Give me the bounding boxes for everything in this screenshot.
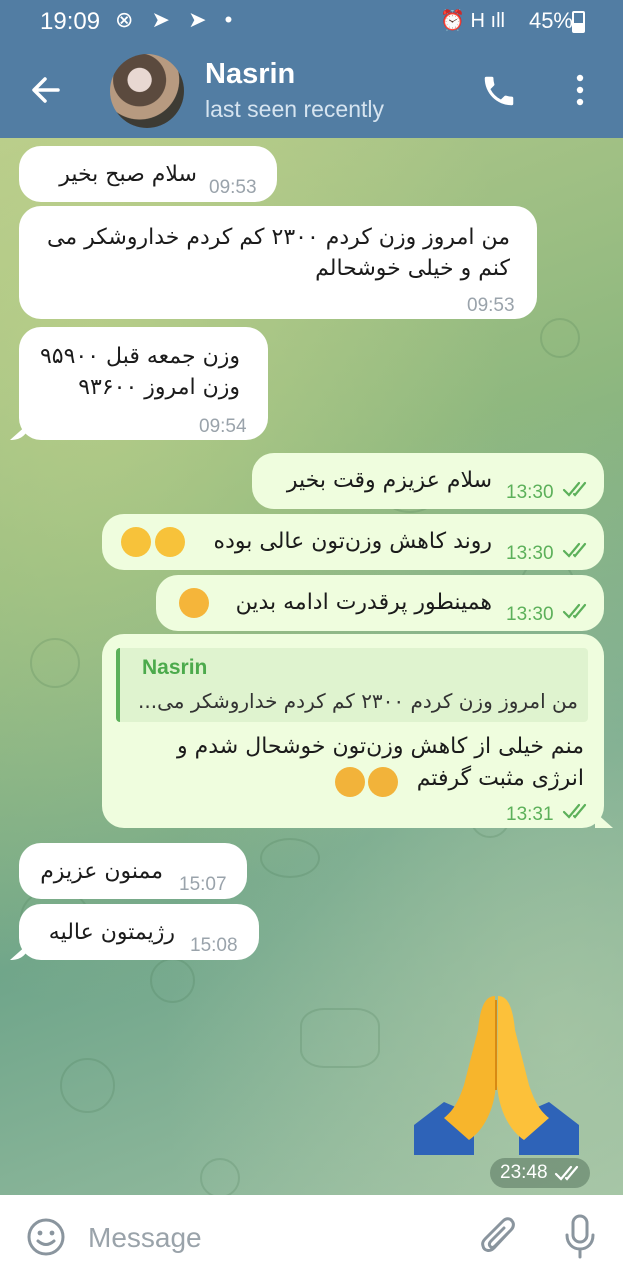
battery-icon [572, 11, 585, 33]
reply-author: Nasrin [142, 656, 208, 679]
message-text-line2: کنم و خیلی خوشحالم [315, 256, 510, 281]
last-seen-status: last seen recently [205, 96, 384, 122]
message-time: 13:30 [506, 482, 554, 503]
message-time-badge: 23:48 [490, 1158, 590, 1188]
message-time: 09:53 [209, 177, 257, 198]
message-text-line1: منم خیلی از کاهش وزن‌تون خوشحال شدم و [177, 734, 584, 759]
message-text-line1: وزن جمعه قبل ۹۵۹۰۰ [39, 344, 240, 369]
message-text-line2: وزن امروز ۹۳۶۰۰ [78, 375, 240, 400]
microphone-icon[interactable] [563, 1213, 597, 1259]
message-time: 09:53 [467, 295, 515, 316]
message-text: سلام صبح بخیر [59, 162, 197, 187]
message-incoming[interactable]: ممنون عزیزم 15:07 [19, 843, 247, 899]
message-outgoing[interactable]: سلام عزیزم وقت بخیر 13:30 [252, 453, 604, 509]
message-time: 15:07 [179, 874, 227, 895]
message-time: 23:48 [500, 1162, 548, 1183]
message-incoming[interactable]: وزن جمعه قبل ۹۵۹۰۰ وزن امروز ۹۳۶۰۰ 09:54 [19, 327, 268, 440]
reply-text: من امروز وزن کردم ۲۳۰۰ کم کردم خداروشکر … [138, 689, 578, 713]
flexed-biceps-emoji-icon [179, 588, 209, 618]
message-incoming[interactable]: سلام صبح بخیر 09:53 [19, 146, 277, 202]
message-time: 13:30 [506, 543, 554, 564]
message-input[interactable] [88, 1221, 388, 1255]
message-text-line1: من امروز وزن کردم ۲۳۰۰ کم کردم خداروشکر … [47, 225, 510, 250]
double-check-icon [562, 603, 587, 619]
back-arrow-icon[interactable] [28, 72, 64, 108]
folded-hands-emoji-icon[interactable] [414, 990, 579, 1155]
double-check-icon [562, 481, 587, 497]
signal-icons: ⏰ H ıll [440, 10, 505, 32]
double-check-icon [554, 1165, 579, 1181]
double-check-icon [562, 542, 587, 558]
chat-header: Nasrin last seen recently [0, 44, 623, 138]
message-time: 15:08 [190, 935, 238, 956]
message-outgoing[interactable]: روند کاهش وزن‌تون عالی بوده 13:30 [102, 514, 604, 570]
star-struck-emoji-icon [121, 527, 151, 557]
heart-eyes-emoji-icon [368, 767, 398, 797]
double-check-icon [562, 803, 587, 819]
message-time: 09:54 [199, 416, 247, 437]
star-struck-emoji-icon [155, 527, 185, 557]
message-incoming[interactable]: من امروز وزن کردم ۲۳۰۰ کم کردم خداروشکر … [19, 206, 537, 319]
avatar[interactable] [110, 54, 184, 128]
heart-eyes-emoji-icon [335, 767, 365, 797]
message-text: روند کاهش وزن‌تون عالی بوده [213, 529, 492, 554]
attach-icon[interactable] [478, 1215, 518, 1259]
status-time: 19:09 [40, 8, 101, 35]
message-text-line2: انرژی مثبت گرفتم [416, 766, 584, 791]
notification-icons: ⊗ ➤ ➤ • [115, 7, 239, 32]
reply-preview[interactable]: Nasrin من امروز وزن کردم ۲۳۰۰ کم کردم خد… [116, 648, 588, 722]
message-incoming[interactable]: رژیمتون عالیه 15:08 [19, 904, 259, 960]
message-input-bar [0, 1195, 623, 1280]
message-text: رژیمتون عالیه [48, 920, 175, 945]
message-text: ممنون عزیزم [40, 859, 163, 884]
contact-name[interactable]: Nasrin [205, 58, 295, 91]
phone-icon[interactable] [480, 72, 518, 110]
message-outgoing[interactable]: همینطور پرقدرت ادامه بدین 13:30 [156, 575, 604, 631]
message-text: سلام عزیزم وقت بخیر [286, 468, 492, 493]
message-time: 13:31 [506, 804, 554, 825]
status-bar: 19:09 ⊗ ➤ ➤ • ⏰ H ıll 45% [0, 0, 623, 44]
message-time: 13:30 [506, 604, 554, 625]
message-text: همینطور پرقدرت ادامه بدین [235, 590, 492, 615]
emoji-picker-icon[interactable] [26, 1217, 66, 1257]
message-outgoing-reply[interactable]: Nasrin من امروز وزن کردم ۲۳۰۰ کم کردم خد… [102, 634, 604, 828]
more-options-icon[interactable] [570, 70, 590, 110]
battery-percent: 45% [528, 8, 573, 33]
